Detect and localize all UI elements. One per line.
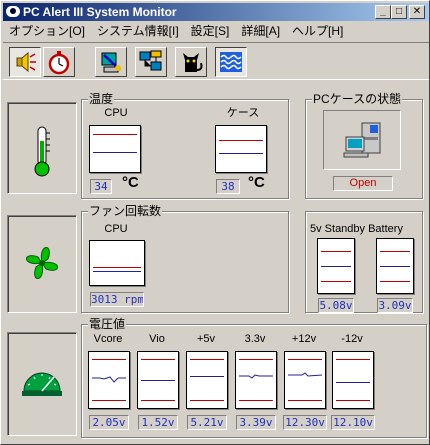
vcore-value: 2.05v: [89, 415, 129, 430]
vio-caption: Vio: [149, 333, 165, 345]
battery-captions: 5v Standby Battery: [310, 223, 403, 235]
case-temp-unit: °C: [248, 174, 265, 191]
pc-case-status: Open: [333, 176, 393, 191]
menu-bar: オプション[O] システム情報[I] 設定[S] 詳細[A] ヘルプ[H]: [3, 22, 429, 40]
app-window: PC Alert III System Monitor _ □ ✕ オプション[…: [0, 0, 430, 445]
speaker-button[interactable]: [9, 47, 41, 77]
temperature-panel-icon-area: [7, 102, 77, 194]
plus5v-gauge: [186, 351, 228, 409]
minus12v-value: 12.10v: [331, 415, 375, 430]
waves-icon: [220, 52, 242, 72]
plus12v-caption: +12v: [291, 333, 317, 345]
vio-gauge: [137, 351, 179, 409]
vcore-gauge: [88, 351, 130, 409]
standby-5v-value: 5.08v: [318, 298, 354, 313]
plus5v-value: 5.21v: [187, 415, 227, 430]
plus33v-value: 3.39v: [236, 415, 276, 430]
waves-button[interactable]: [215, 47, 247, 77]
fan-panel-icon-area: [7, 215, 77, 313]
battery-gauge: [376, 238, 414, 294]
voltage-panel-icon-area: [7, 332, 77, 436]
voltmeter-icon: [22, 372, 62, 396]
case-temp-gauge: [215, 125, 267, 173]
black-cat-button[interactable]: [175, 47, 207, 77]
cpu-temp-unit: °C: [122, 174, 139, 191]
fan-icon: [26, 247, 58, 279]
pc-case-group: PCケースの状態 Open: [305, 92, 423, 199]
battery-group: 5v Standby Battery 5.08v 3.09v: [305, 211, 423, 313]
cpu-temp-caption: CPU: [104, 107, 128, 119]
plus33v-caption: 3.3v: [244, 333, 266, 345]
voltage-label: 電圧値: [88, 317, 127, 331]
close-button[interactable]: ✕: [409, 5, 425, 19]
menu-help[interactable]: ヘルプ[H]: [286, 22, 349, 40]
minimize-button[interactable]: _: [375, 5, 391, 19]
vcore-caption: Vcore: [93, 333, 123, 345]
menu-details[interactable]: 詳細[A]: [235, 22, 286, 40]
pc-case-label: PCケースの状態: [312, 92, 403, 106]
minus12v-gauge: [332, 351, 374, 409]
voltage-group: 電圧値 Vcore Vio +5v 3.3v +12v -12v 2.05v 1…: [81, 317, 427, 438]
stopwatch-icon: [48, 51, 70, 75]
fan-group: ファン回転数 CPU 3013 rpm: [81, 204, 289, 313]
title-bar[interactable]: PC Alert III System Monitor _ □ ✕: [3, 3, 429, 21]
fan-cpu-value: 3013 rpm: [90, 292, 144, 307]
plus12v-gauge: [284, 351, 326, 409]
eye-app-icon[interactable]: [6, 6, 20, 17]
temperature-label: 温度: [88, 92, 115, 106]
pc-signal-icon: [101, 52, 121, 73]
speaker-icon: [16, 51, 36, 73]
fan-cpu-caption: CPU: [104, 223, 128, 235]
menu-options[interactable]: オプション[O]: [3, 22, 91, 40]
menu-settings[interactable]: 設定[S]: [185, 22, 236, 40]
case-temp-value: 38: [216, 179, 240, 194]
maximize-button[interactable]: □: [391, 5, 407, 19]
network-button[interactable]: [135, 47, 167, 77]
temperature-group: 温度 CPU ケース 34 °C 38 °C: [81, 92, 289, 199]
window-title: PC Alert III System Monitor: [23, 5, 177, 19]
pc-signal-button[interactable]: [95, 47, 127, 77]
cpu-temp-gauge: [89, 125, 141, 173]
battery-value: 3.09v: [377, 298, 413, 313]
fan-cpu-gauge: [89, 240, 145, 286]
minus12v-caption: -12v: [341, 333, 363, 345]
plus33v-gauge: [235, 351, 277, 409]
stopwatch-button[interactable]: [43, 47, 75, 77]
pc-case-icon: [343, 122, 381, 158]
vio-value: 1.52v: [138, 415, 178, 430]
plus12v-value: 12.30v: [283, 415, 327, 430]
case-temp-caption: ケース: [226, 107, 260, 119]
standby-5v-gauge: [317, 238, 355, 294]
menu-system-info[interactable]: システム情報[I]: [91, 22, 185, 40]
toolbar: [3, 42, 429, 80]
thermometer-icon: [34, 126, 50, 177]
fan-label: ファン回転数: [88, 204, 163, 218]
cpu-temp-value: 34: [90, 179, 112, 194]
pc-case-image-frame: [323, 110, 401, 170]
network-icon: [139, 50, 162, 71]
plus5v-caption: +5v: [196, 333, 216, 345]
black-cat-icon: [183, 53, 203, 72]
